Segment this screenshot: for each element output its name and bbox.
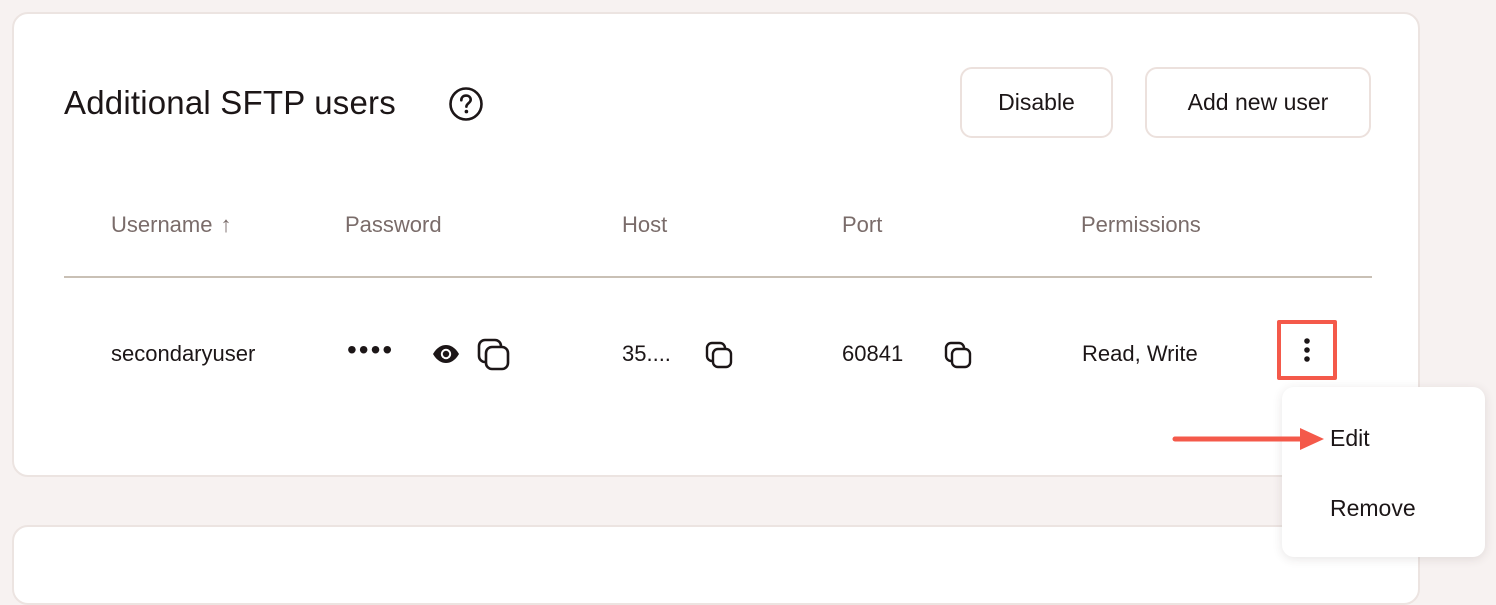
row-actions-menu: Edit Remove	[1282, 387, 1485, 557]
row-actions-button[interactable]	[1277, 320, 1337, 380]
cell-port: 60841	[842, 341, 904, 366]
table-header-divider	[64, 276, 1372, 278]
cell-host: 35....	[622, 341, 671, 366]
disable-button[interactable]: Disable	[960, 67, 1113, 138]
add-new-user-button[interactable]: Add new user	[1145, 67, 1371, 138]
cell-username: secondaryuser	[111, 341, 256, 366]
copy-icon[interactable]	[944, 341, 972, 369]
sftp-users-card: Additional SFTP users Disable Add new us…	[12, 12, 1420, 477]
question-circle-icon[interactable]	[448, 86, 484, 122]
menu-item-remove[interactable]: Remove	[1330, 495, 1416, 522]
next-section-card	[12, 525, 1420, 605]
kebab-menu-icon	[1304, 338, 1310, 362]
cell-password-masked: ••••	[347, 334, 395, 365]
section-title: Additional SFTP users	[64, 84, 396, 121]
sort-ascending-icon: ↑	[220, 212, 232, 237]
column-header-password: Password	[345, 212, 442, 237]
copy-icon[interactable]	[477, 338, 511, 372]
column-header-permissions: Permissions	[1081, 212, 1201, 237]
column-header-label: Username	[111, 212, 213, 237]
annotation-arrow-icon	[1172, 428, 1324, 450]
eye-icon[interactable]	[432, 344, 460, 364]
cell-permissions: Read, Write	[1082, 341, 1198, 366]
column-header-username[interactable]: Username ↑	[111, 212, 231, 238]
column-header-host: Host	[622, 212, 668, 237]
menu-item-edit[interactable]: Edit	[1330, 425, 1370, 452]
copy-icon[interactable]	[705, 341, 733, 369]
column-header-port: Port	[842, 212, 883, 237]
